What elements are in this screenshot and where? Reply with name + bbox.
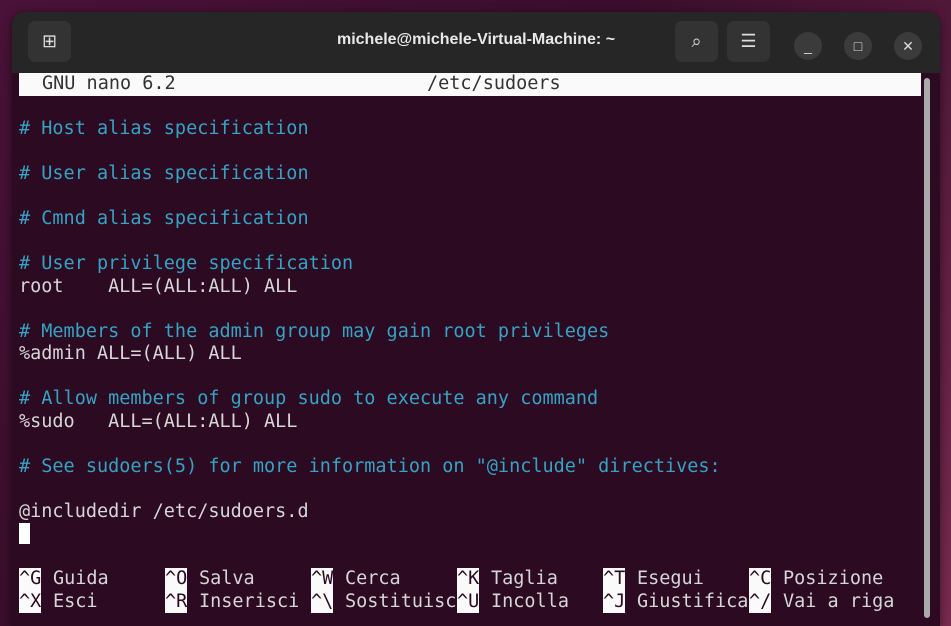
shortcut-key: ^X (19, 590, 42, 613)
shortcut-key: ^T (603, 568, 626, 591)
terminal-window: ⊞ michele@michele-Virtual-Machine: ~ ⌕ ☰… (12, 12, 940, 626)
text-cursor (19, 523, 30, 544)
shortcut-label: Esegui (637, 568, 704, 589)
shortcut-label: Incolla (491, 590, 569, 612)
shortcut-key: ^\ (311, 590, 334, 613)
maximize-button[interactable]: □ (844, 32, 872, 60)
shortcut-key: ^/ (749, 590, 772, 613)
minimize-icon: _ (804, 38, 812, 54)
search-button[interactable]: ⌕ (675, 21, 718, 62)
shortcut-key: ^J (603, 590, 626, 613)
shortcut-label: Guida (53, 568, 109, 589)
shortcut-label: Esci (53, 590, 98, 612)
maximize-icon: □ (853, 38, 863, 54)
shortcut-key: ^K (457, 568, 480, 591)
nano-version: GNU nano 6.2 (42, 73, 176, 94)
shortcut-key: ^R (165, 590, 188, 613)
title-bar: ⊞ michele@michele-Virtual-Machine: ~ ⌕ ☰… (12, 12, 940, 73)
shortcut-key: ^W (311, 568, 334, 591)
shortcut-key: ^C (749, 568, 772, 591)
comment-line: # See sudoers(5) for more information on… (19, 455, 721, 477)
code-line: @includedir /etc/sudoers.d (19, 500, 309, 522)
shortcut-label: Giustifica (637, 590, 749, 612)
shortcut-label: Taglia (491, 568, 558, 589)
code-line: %admin ALL=(ALL) ALL (19, 343, 242, 364)
minimize-button[interactable]: _ (794, 32, 822, 60)
shortcut-key: ^O (165, 568, 188, 591)
shortcut-key: ^G (19, 568, 42, 591)
close-icon: ✕ (902, 37, 914, 54)
cursor-line (19, 523, 923, 546)
hamburger-icon: ☰ (740, 31, 757, 51)
close-button[interactable]: ✕ (894, 32, 922, 60)
shortcut-label: Inserisci (199, 590, 300, 612)
shortcut-row: ^X Esci ^R Inserisci ^\ Sostituisc ^U Incolla ^J… (19, 590, 923, 613)
shortcut-label: Vai a riga (783, 590, 895, 612)
comment-line: # Members of the admin group may gain ro… (19, 320, 610, 342)
shortcut-label: Salva (199, 568, 255, 589)
menu-button[interactable]: ☰ (727, 21, 770, 62)
comment-line: # Cmnd alias specification (19, 208, 309, 229)
shortcut-key: ^U (457, 590, 480, 613)
code-line: %sudo ALL=(ALL:ALL) ALL (19, 410, 298, 432)
scrollbar[interactable] (924, 78, 930, 618)
code-line: root ALL=(ALL:ALL) ALL (19, 275, 298, 297)
shortcut-label: Cerca (345, 568, 401, 589)
nano-header: GNU nano 6.2/etc/sudoers (19, 73, 921, 96)
comment-line: # User alias specification (19, 163, 309, 184)
comment-line: # User privilege specification (19, 253, 354, 274)
comment-line: # Host alias specification (19, 118, 309, 139)
search-icon: ⌕ (691, 31, 702, 51)
shortcut-label: Posizione (783, 568, 884, 589)
shortcut-label: Sostituisc (345, 590, 457, 612)
comment-line: # Allow members of group sudo to execute… (19, 388, 599, 409)
nano-editor[interactable]: GNU nano 6.2/etc/sudoers # Host alias sp… (19, 73, 923, 626)
shortcut-row: ^G Guida ^O Salva ^W Cerca ^K Taglia ^T Esegui ^C P… (19, 568, 923, 591)
file-name: /etc/sudoers (427, 73, 561, 94)
